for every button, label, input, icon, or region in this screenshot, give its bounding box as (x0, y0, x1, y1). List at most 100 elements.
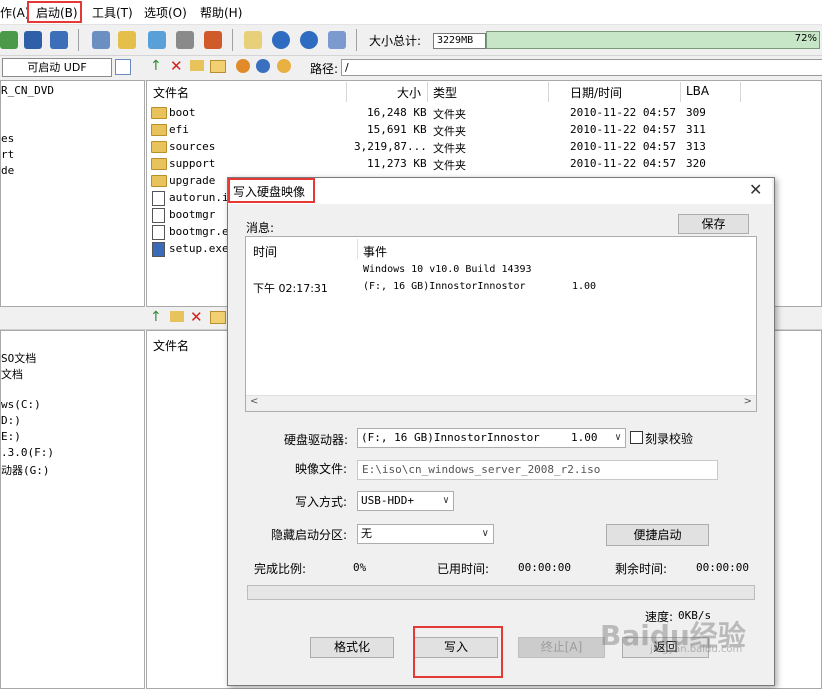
toolbar-separator (232, 29, 233, 51)
file-lba: 309 (686, 106, 706, 119)
tree-item[interactable]: SO文档 (1, 350, 36, 366)
file-lba: 320 (686, 157, 706, 170)
column-separator (740, 82, 741, 102)
column-header-name[interactable]: 文件名 (153, 84, 189, 101)
file-name: efi (169, 123, 189, 136)
info-icon[interactable] (272, 31, 290, 49)
tree-item[interactable]: 文档 (1, 366, 23, 382)
new-folder-icon[interactable] (190, 60, 204, 71)
format-button[interactable]: 格式化 (310, 637, 394, 658)
file-lba: 313 (686, 140, 706, 153)
write-progress-bar (247, 585, 755, 600)
rename-icon[interactable] (210, 60, 226, 73)
column-separator (427, 82, 428, 102)
column-separator (680, 82, 681, 102)
new-icon[interactable] (0, 31, 18, 49)
stop-button[interactable]: 终止[A] (518, 637, 605, 658)
file-row[interactable]: sources 3,219,87... 文件夹 2010-11-22 04:57… (151, 139, 821, 156)
menu-item-action[interactable]: 作(A) (0, 4, 30, 21)
hidden-partition-select[interactable]: 无 ∨ (357, 524, 494, 544)
file-name: setup.exe (169, 242, 229, 255)
toolbar-separator (78, 29, 79, 51)
file-name: upgrade (169, 174, 216, 187)
tree-item[interactable]: es (1, 132, 14, 145)
file-type: 文件夹 (433, 142, 466, 155)
new-folder-icon[interactable] (170, 311, 184, 322)
write-method-select[interactable]: USB-HDD+ ∨ (357, 491, 454, 511)
tree-item[interactable]: rt (1, 148, 14, 161)
save-icon[interactable] (24, 31, 42, 49)
help-icon[interactable] (300, 31, 318, 49)
compress-icon[interactable] (148, 31, 166, 49)
toolbar-separator (356, 29, 357, 51)
file-row[interactable]: efi 15,691 KB 文件夹 2010-11-22 04:57 311 (151, 122, 821, 139)
verify-checkbox[interactable] (630, 431, 643, 444)
menu-item-help[interactable]: 帮助(H) (200, 4, 242, 21)
tree-item[interactable]: E:) (1, 430, 21, 443)
test-icon[interactable] (176, 31, 194, 49)
up-arrow-icon[interactable]: ↑ (150, 309, 162, 325)
disc-icon[interactable] (204, 31, 222, 49)
tree-item[interactable]: .3.0(F:) (1, 446, 54, 459)
file-name: bootmgr (169, 208, 216, 221)
save-as-icon[interactable] (50, 31, 68, 49)
column-header-type[interactable]: 类型 (433, 84, 457, 101)
burn-icon[interactable] (92, 31, 110, 49)
delete-icon[interactable]: ✕ (190, 308, 203, 326)
column-header-size[interactable]: 大小 (397, 84, 421, 101)
message-time: 下午 02:17:31 (253, 282, 328, 295)
local-tree-pane[interactable]: SO文档 文档 ws(C:) D:) E:) .3.0(F:) 动器(G:) (0, 330, 145, 689)
horizontal-scrollbar[interactable]: < > (246, 395, 756, 411)
size-total-label: 大小总计: (369, 34, 422, 48)
rename-icon[interactable] (210, 311, 226, 324)
file-size: 16,248 KB (367, 106, 427, 119)
bootable-udf-field[interactable]: 可启动 UDF (2, 58, 112, 77)
quick-boot-button[interactable]: 便捷启动 (606, 524, 709, 546)
file-row[interactable]: support 11,273 KB 文件夹 2010-11-22 04:57 3… (151, 156, 821, 173)
tree-item[interactable]: D:) (1, 414, 21, 427)
column-header-lba[interactable]: LBA (686, 84, 709, 98)
column-header-date[interactable]: 日期/时间 (570, 84, 622, 101)
drive-select[interactable]: (F:, 16 GB)InnostorInnostor 1.00 ∨ (357, 428, 626, 448)
mount-icon[interactable] (118, 31, 136, 49)
column-header-name[interactable]: 文件名 (153, 337, 189, 354)
save-log-button[interactable]: 保存 (678, 214, 749, 234)
tree-item[interactable]: ws(C:) (1, 398, 41, 411)
file-icon (152, 208, 165, 223)
message-list[interactable]: 时间 事件 Windows 10 v10.0 Build 14393 下午 02… (245, 236, 757, 412)
chevron-down-icon: ∨ (442, 495, 449, 506)
refresh-icon[interactable] (277, 59, 291, 73)
remaining-label: 剩余时间: (615, 562, 668, 576)
messages-label: 消息: (246, 221, 275, 235)
file-row[interactable]: boot 16,248 KB 文件夹 2010-11-22 04:57 309 (151, 105, 821, 122)
tree-item[interactable]: 动器(G:) (1, 462, 50, 478)
image-file-field[interactable]: E:\iso\cn_windows_server_2008_r2.iso (357, 460, 718, 480)
delete-icon[interactable]: ✕ (170, 57, 183, 75)
verify-label: 刻录校验 (645, 432, 694, 446)
menu-item-tools[interactable]: 工具(T) (92, 4, 133, 21)
scroll-left-icon[interactable]: < (250, 396, 258, 407)
tree-item[interactable]: de (1, 164, 14, 177)
file-name: support (169, 157, 216, 170)
file-name: bootmgr.ef (169, 225, 236, 238)
column-separator (346, 82, 347, 102)
path-field[interactable]: / (341, 59, 822, 76)
iso-tree-pane[interactable]: R_CN_DVD es rt de (0, 80, 145, 307)
tree-item[interactable]: R_CN_DVD (1, 84, 54, 97)
file-icon (152, 191, 165, 206)
properties-small-icon[interactable] (115, 59, 131, 75)
folder-icon (151, 123, 167, 136)
close-icon[interactable]: ✕ (749, 180, 762, 199)
file-name: autorun.in (169, 191, 236, 204)
up-arrow-icon[interactable]: ↑ (150, 58, 162, 74)
scroll-right-icon[interactable]: > (744, 396, 752, 407)
settings-gear-icon[interactable] (256, 59, 270, 73)
menu-item-options[interactable]: 选项(O) (144, 4, 187, 21)
file-lba: 311 (686, 123, 706, 136)
hidden-partition-label: 隐藏启动分区: (271, 528, 348, 542)
exit-icon[interactable] (328, 31, 346, 49)
boot-icon[interactable] (236, 59, 250, 73)
size-total-value: 3229MB (433, 33, 486, 49)
message-header-event: 事件 (363, 245, 388, 259)
properties-icon[interactable] (244, 31, 262, 49)
